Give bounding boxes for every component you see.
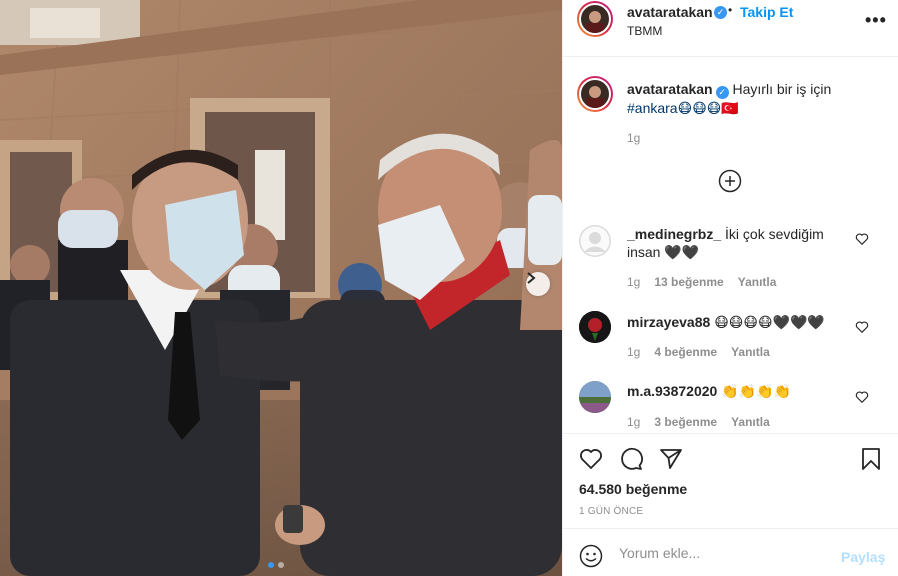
reply-button[interactable]: Yanıtla — [731, 345, 770, 359]
location-link[interactable]: TBMM — [627, 24, 662, 38]
comment-like-heart-icon[interactable] — [855, 232, 869, 246]
reply-button[interactable]: Yanıtla — [738, 275, 777, 289]
likes-count[interactable]: 64.580 beğenme — [579, 481, 687, 497]
post-comment-button[interactable]: Paylaş — [841, 549, 885, 565]
emoji-smiley-icon[interactable] — [579, 544, 603, 568]
comment-text: 😷😷😷😷🖤🖤🖤 — [714, 314, 825, 330]
comment-time[interactable]: 1g — [627, 415, 640, 429]
comment-composer: Paylaş — [563, 528, 898, 576]
load-more-comments-icon[interactable] — [718, 169, 742, 193]
comment-username[interactable]: m.a.93872020 — [627, 383, 717, 399]
post-side-panel: avataratakan ✓ • Takip Et TBMM ••• avata… — [562, 0, 898, 576]
caption-hashtag[interactable]: #ankara😷😷😷🇹🇷 — [627, 100, 739, 116]
author-avatar[interactable] — [577, 1, 613, 37]
comment: _medinegrbz_ İki çok sevdiğim insan 🖤🖤 — [627, 225, 847, 261]
commenter-avatar[interactable] — [579, 225, 611, 257]
caption-username[interactable]: avataratakan — [627, 81, 713, 97]
comment-input[interactable] — [619, 543, 829, 563]
verified-badge-icon: ✓ — [715, 86, 729, 99]
save-bookmark-icon[interactable] — [859, 447, 883, 471]
caption-avatar[interactable] — [577, 76, 613, 112]
comment-time[interactable]: 1g — [627, 275, 640, 289]
post-date[interactable]: 1 GÜN ÖNCE — [579, 506, 643, 517]
comment-meta: 1g 4 beğenme Yanıtla — [627, 345, 770, 359]
header-separator: • — [728, 3, 733, 17]
comment-bubble-icon[interactable] — [619, 447, 643, 471]
comment-likes[interactable]: 4 beğenme — [654, 345, 717, 359]
instagram-post: avataratakan ✓ • Takip Et TBMM ••• avata… — [0, 0, 898, 576]
follow-button[interactable]: Takip Et — [740, 4, 793, 20]
comment: mirzayeva88 😷😷😷😷🖤🖤🖤 — [627, 313, 847, 331]
comment-username[interactable]: mirzayeva88 — [627, 314, 710, 330]
post-actions: 64.580 beğenme 1 GÜN ÖNCE — [563, 433, 898, 528]
caption: avataratakan ✓ Hayırlı bir iş için #ankar… — [627, 80, 887, 117]
commenter-avatar[interactable] — [579, 381, 611, 413]
caption-time[interactable]: 1g — [627, 131, 640, 145]
comment-meta: 1g 3 beğenme Yanıtla — [627, 415, 770, 429]
reply-button[interactable]: Yanıtla — [731, 415, 770, 429]
more-options-icon[interactable]: ••• — [865, 10, 887, 31]
commenter-avatar[interactable] — [579, 311, 611, 343]
carousel-dot — [278, 562, 284, 568]
comment-text: 👏👏👏👏 — [721, 383, 791, 399]
verified-badge-icon: ✓ — [714, 6, 727, 19]
like-heart-icon[interactable] — [579, 447, 603, 471]
chevron-right-icon — [527, 272, 536, 284]
author-username[interactable]: avataratakan — [627, 4, 713, 20]
comment-like-heart-icon[interactable] — [855, 320, 869, 334]
carousel-dot-active — [268, 562, 274, 568]
carousel-dots — [268, 562, 284, 568]
caption-text: Hayırlı bir iş için — [732, 81, 832, 97]
comment-meta: 1g 13 beğenme Yanıtla — [627, 275, 776, 289]
share-paper-plane-icon[interactable] — [659, 447, 683, 471]
photo-illustration — [0, 0, 562, 576]
next-slide-button[interactable] — [526, 272, 550, 296]
comment: m.a.93872020 👏👏👏👏 — [627, 382, 847, 400]
post-photo[interactable] — [0, 0, 562, 576]
comment-username[interactable]: _medinegrbz_ — [627, 226, 721, 242]
comment-likes[interactable]: 3 beğenme — [654, 415, 717, 429]
post-header: avataratakan ✓ • Takip Et TBMM ••• — [563, 0, 898, 57]
comment-like-heart-icon[interactable] — [855, 390, 869, 404]
comment-likes[interactable]: 13 beğenme — [654, 275, 723, 289]
comment-time[interactable]: 1g — [627, 345, 640, 359]
